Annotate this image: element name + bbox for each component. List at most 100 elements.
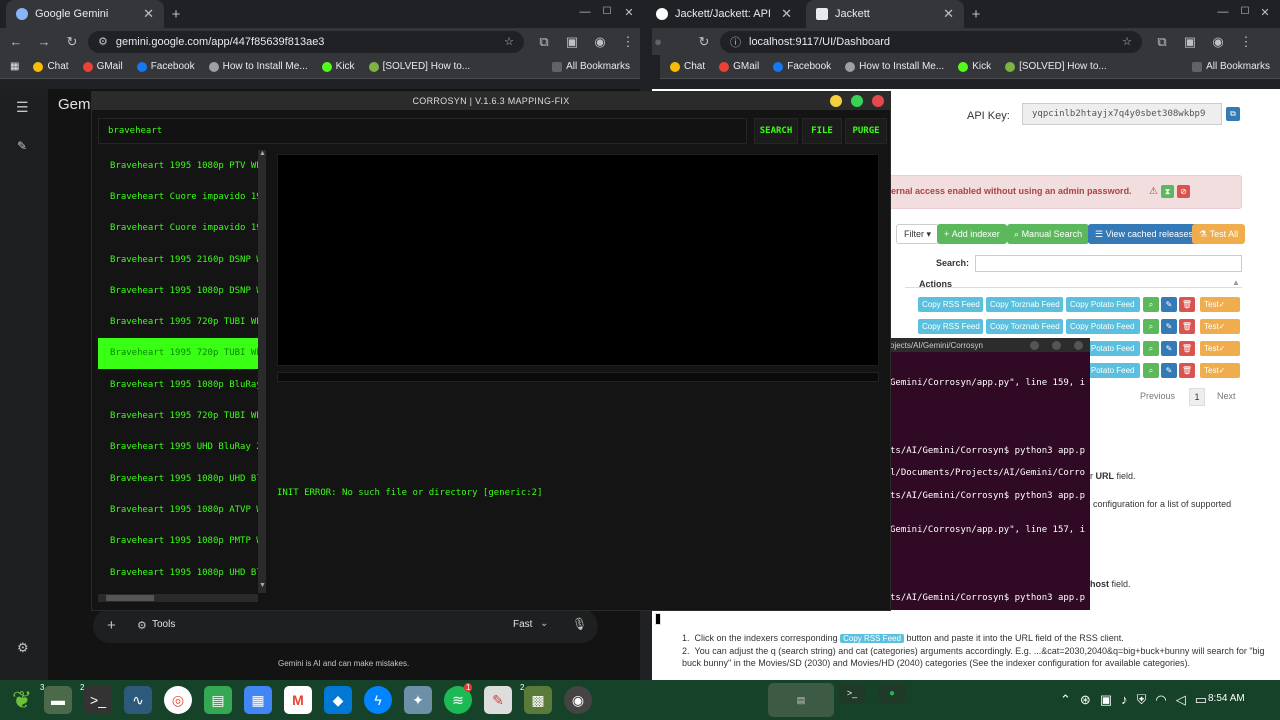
bookmark-gmail[interactable]: GMail	[719, 61, 759, 72]
close-tab-icon[interactable]: ✕	[943, 6, 954, 22]
forward-icon[interactable]: →	[36, 34, 52, 49]
sort-icon[interactable]: ▲	[1232, 278, 1240, 287]
close-tab-icon[interactable]: ✕	[143, 6, 154, 22]
menu-icon[interactable]: ☰	[16, 99, 29, 116]
add-icon[interactable]: +	[107, 617, 116, 634]
test-indexer-button[interactable]: Test ✓	[1200, 297, 1240, 312]
tray-chat-icon[interactable]: ▣	[1100, 692, 1112, 708]
bookmark-chat[interactable]: Chat	[33, 61, 69, 72]
tray-battery-icon[interactable]: ▭	[1195, 692, 1207, 708]
file-button[interactable]: FILE	[802, 118, 842, 144]
scroll-thumb[interactable]	[106, 595, 154, 601]
tray-bell-icon[interactable]: ♪	[1121, 692, 1128, 708]
tab-gemini[interactable]: Google Gemini ✕	[6, 0, 164, 28]
minimize-icon[interactable]	[830, 95, 842, 107]
page-number[interactable]: 1	[1189, 388, 1205, 406]
indexer-search-input[interactable]	[975, 255, 1242, 272]
copy-potato-feed-button[interactable]: Copy Potato Feed	[1066, 297, 1140, 312]
docs-app-icon[interactable]: ▦	[244, 686, 272, 714]
window-thumbnail-spotify[interactable]: ●	[878, 683, 906, 703]
test-indexer-button[interactable]: Test ✓	[1200, 363, 1240, 378]
test-indexer-button[interactable]: Test ✓	[1200, 319, 1240, 334]
extensions-icon[interactable]: ⧉	[1154, 34, 1170, 50]
spotify-icon[interactable]: 1 ≋	[444, 683, 473, 714]
outlook-icon[interactable]: ◆	[324, 686, 352, 714]
bookmark-all[interactable]: All Bookmarks	[552, 61, 630, 72]
tray-vpn-icon[interactable]: ⊛	[1080, 692, 1091, 708]
bookmark-all[interactable]: All Bookmarks	[1192, 61, 1270, 72]
bookmark-how-to-install[interactable]: How to Install Me...	[208, 61, 308, 72]
messenger-icon[interactable]: ϟ	[364, 686, 392, 714]
row-edit-icon[interactable]: ✎	[1161, 363, 1177, 378]
minimize-icon[interactable]: —	[578, 6, 592, 18]
terminal-close-icon[interactable]	[1074, 341, 1083, 350]
gmail-icon[interactable]: M	[284, 686, 312, 714]
scroll-up-icon[interactable]: ▲	[259, 150, 266, 157]
address-bar[interactable]: ⚙ gemini.google.com/app/447f85639f813ae3…	[88, 30, 524, 53]
result-item[interactable]: Braveheart 1995 1080p DSNP WEB	[98, 275, 258, 306]
copy-torznab-feed-button[interactable]: Copy Torznab Feed	[986, 297, 1063, 312]
row-delete-icon[interactable]: 🗑	[1179, 341, 1195, 356]
terminal-app-icon[interactable]: 2 >_	[80, 683, 112, 714]
view-cached-button[interactable]: ☰ View cached releases	[1088, 224, 1200, 244]
obs-icon[interactable]: ◉	[564, 686, 592, 714]
tray-shield-icon[interactable]: ⛨	[1137, 692, 1147, 708]
filter-button[interactable]: Filter ▾	[896, 224, 940, 244]
corrosyn-search-input[interactable]: braveheart	[98, 118, 747, 144]
menu-icon[interactable]: ⋮	[620, 34, 636, 50]
result-item[interactable]: Braveheart 1995 1080p BluRay	[98, 369, 258, 400]
tray-wifi-icon[interactable]: ◠	[1155, 692, 1166, 708]
bookmark-kick[interactable]: Kick	[958, 61, 991, 72]
row-delete-icon[interactable]: 🗑	[1179, 319, 1195, 334]
result-item[interactable]: Braveheart 1995 1080p PTV WEB	[98, 150, 258, 181]
search-button[interactable]: SEARCH	[754, 118, 798, 144]
test-all-button[interactable]: ⚗ Test All	[1192, 224, 1246, 244]
results-vertical-scrollbar[interactable]: ▲ ▼	[258, 150, 266, 593]
tools-button[interactable]: Tools	[152, 619, 175, 630]
tray-up-icon[interactable]: ⌃	[1060, 692, 1071, 708]
mint-menu-icon[interactable]: ❦	[6, 684, 38, 716]
row-search-icon[interactable]: ⌕	[1143, 363, 1159, 378]
row-search-icon[interactable]: ⌕	[1143, 297, 1159, 312]
bookmark-facebook[interactable]: Facebook	[136, 61, 195, 72]
manual-search-button[interactable]: ⌕ Manual Search	[1007, 224, 1090, 244]
settings-gear-icon[interactable]: ⚙	[17, 640, 29, 656]
close-tab-icon[interactable]: ✕	[781, 6, 792, 22]
result-item[interactable]: Braveheart 1995 720p TUBI WEB	[98, 337, 258, 370]
chrome-icon[interactable]: ◎	[164, 686, 192, 714]
files-app-icon[interactable]: 3 ▬	[40, 683, 72, 714]
row-edit-icon[interactable]: ✎	[1161, 319, 1177, 334]
corrosyn-app-icon[interactable]: 2 ▩	[520, 683, 552, 714]
window-thumbnail-terminal[interactable]: >_	[838, 683, 866, 703]
maximize-icon[interactable]: ☐	[1238, 6, 1252, 17]
result-item[interactable]: Braveheart 1995 1080p PMTP WEB	[98, 526, 258, 557]
model-selector[interactable]: Fast	[513, 619, 532, 630]
close-icon[interactable]	[872, 95, 884, 107]
result-item[interactable]: Braveheart 1995 1080p UHD BluRay	[98, 463, 258, 494]
terminal-minimize-icon[interactable]	[1030, 341, 1039, 350]
panel-splitter[interactable]	[277, 372, 879, 382]
add-indexer-button[interactable]: + Add indexer	[937, 224, 1007, 244]
result-item[interactable]: Braveheart Cuore impavido 1995	[98, 181, 258, 212]
bookmark-how-to-install[interactable]: How to Install Me...	[845, 61, 944, 72]
row-delete-icon[interactable]: 🗑	[1179, 297, 1195, 312]
bookmark-chat[interactable]: Chat	[670, 61, 705, 72]
tools-icon[interactable]: ⚙	[137, 619, 147, 632]
row-edit-icon[interactable]: ✎	[1161, 341, 1177, 356]
result-item[interactable]: Braveheart 1995 720p TUBI WEB	[98, 306, 258, 337]
results-horizontal-scrollbar[interactable]	[98, 594, 258, 602]
clock[interactable]: 8:54 AM	[1208, 693, 1245, 704]
screenshot-icon[interactable]: ▣	[564, 34, 580, 50]
close-window-icon[interactable]: ✕	[1258, 6, 1272, 19]
minimize-icon[interactable]: —	[1216, 6, 1230, 18]
chat-app-icon[interactable]: ▤	[204, 686, 232, 714]
row-search-icon[interactable]: ⌕	[1143, 341, 1159, 356]
microphone-icon[interactable]: 🎙	[572, 617, 587, 631]
system-monitor-icon[interactable]: ∿	[124, 686, 152, 714]
profile-icon[interactable]: ◉	[1210, 34, 1226, 50]
back-icon[interactable]: ←	[8, 34, 24, 49]
bookmark-gmail[interactable]: GMail	[82, 61, 123, 72]
bookmark-solved[interactable]: [SOLVED] How to...	[368, 61, 470, 72]
scroll-down-icon[interactable]: ▼	[259, 582, 266, 589]
bookmark-solved[interactable]: [SOLVED] How to...	[1005, 61, 1107, 72]
